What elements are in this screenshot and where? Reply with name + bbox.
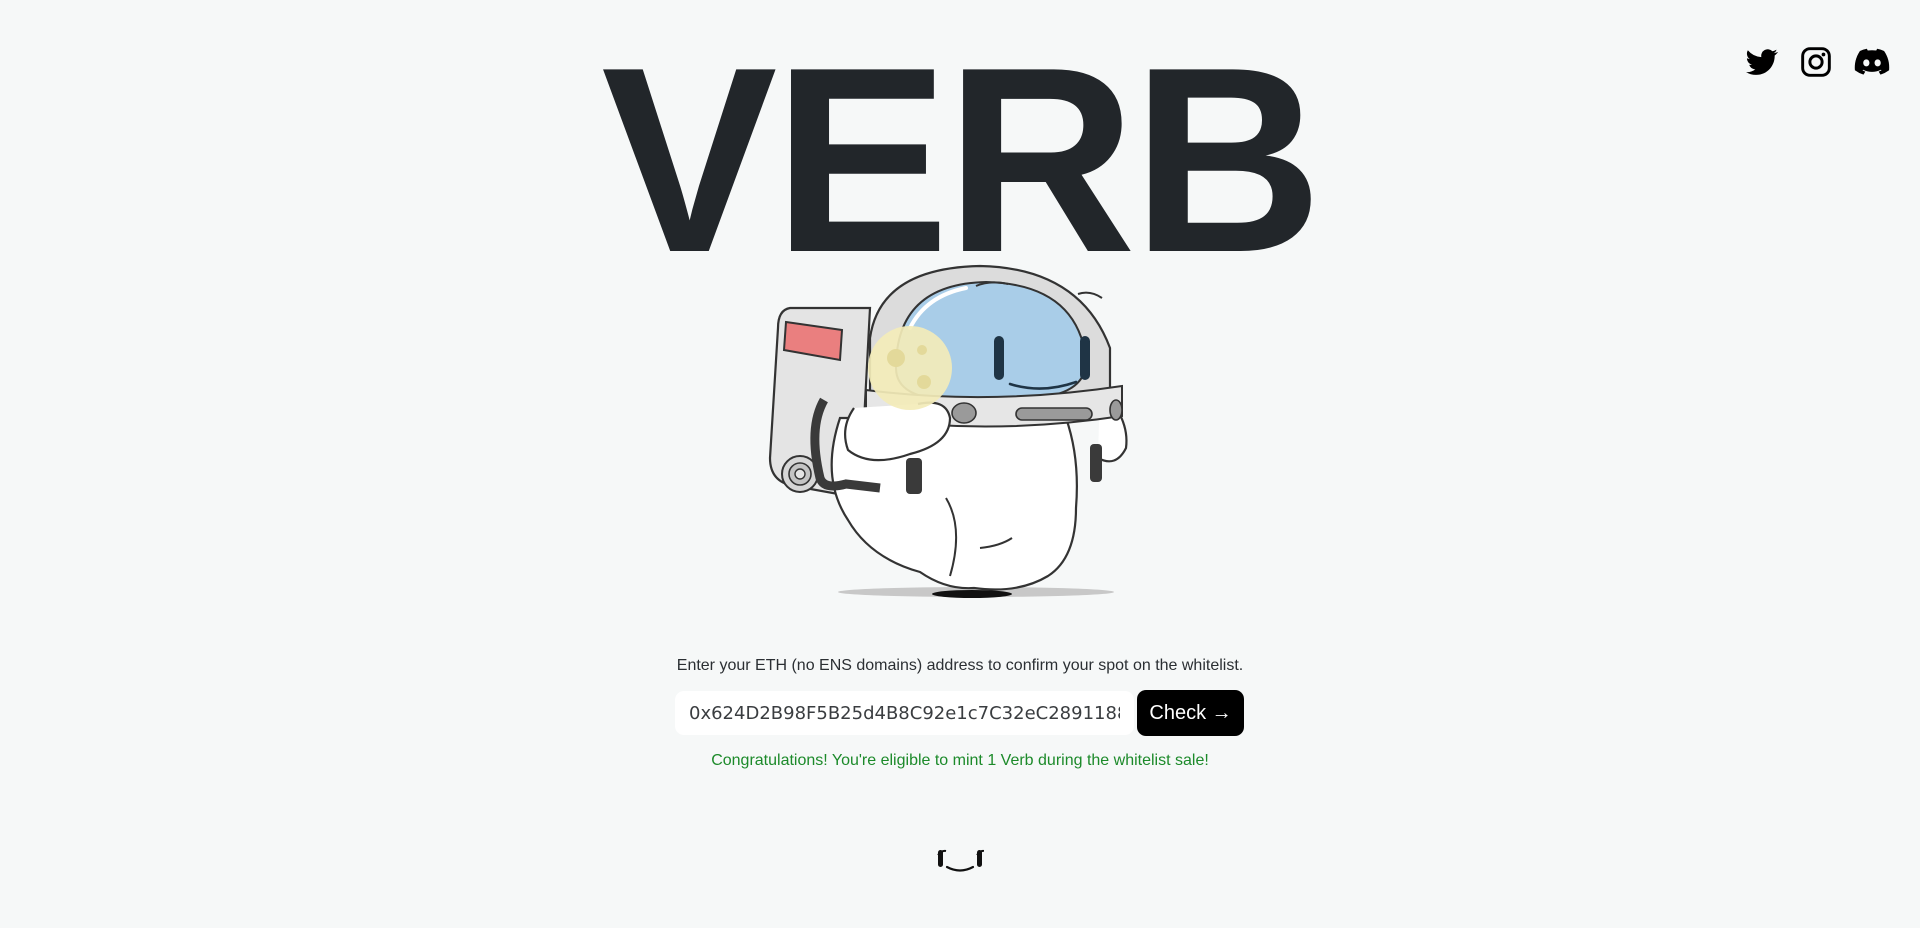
page-title: VERB (601, 12, 1322, 307)
eligibility-status-message: Congratulations! You're eligible to mint… (711, 752, 1209, 769)
page: VERB Enter your ETH (no ENS domains) add… (0, 0, 1920, 928)
check-button[interactable]: Check → (1137, 690, 1244, 736)
moon-icon (868, 326, 952, 410)
whitelist-instructions: Enter your ETH (no ENS domains) address … (676, 657, 1244, 674)
whitelist-form: Check → (675, 690, 1245, 736)
eth-address-input[interactable] (675, 691, 1134, 735)
astronaut-mascot-illustration (768, 264, 1128, 598)
verb-face-logo-icon (937, 849, 984, 872)
